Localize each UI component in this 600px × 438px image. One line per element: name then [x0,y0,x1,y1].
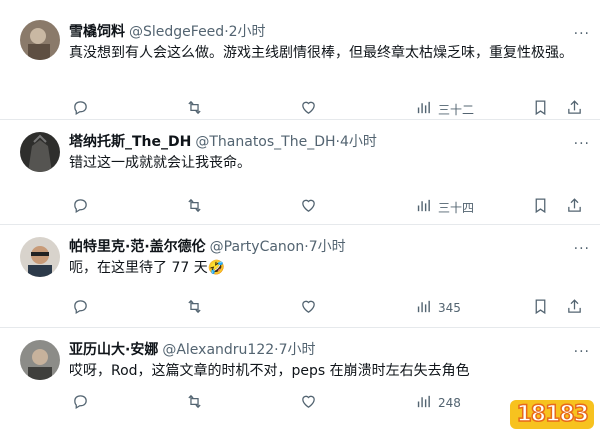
reply-button[interactable] [72,298,89,318]
views-button[interactable]: 三十二 [415,99,474,119]
repost-button[interactable] [186,298,203,318]
user-handle[interactable]: @SledgeFeed [129,22,224,42]
like-button[interactable] [300,298,317,318]
watermark-text: 18183 [510,400,594,429]
user-handle[interactable]: @PartyCanon [210,237,305,257]
post-actions: 三十二 [60,99,600,119]
repost-icon [186,298,203,318]
post-header: 塔纳托斯_The_DH @Thanatos_The_DH · 4小时 [69,132,590,152]
like-button[interactable] [300,99,317,119]
repost-button[interactable] [186,197,203,217]
avatar[interactable] [20,237,60,277]
site-watermark-logo: 18183 [510,400,594,429]
views-count: 三十二 [438,102,475,117]
more-options-icon[interactable]: ··· [574,344,590,360]
display-name[interactable]: 塔纳托斯_The_DH [69,132,191,152]
share-icon [566,298,583,318]
repost-icon [186,393,203,413]
share-icon [566,197,583,217]
reply-icon [72,99,89,119]
repost-icon [186,99,203,119]
views-button[interactable]: 345 [415,298,461,318]
display-name[interactable]: 亚历山大·安娜 [69,340,158,360]
avatar[interactable] [20,340,60,380]
user-handle[interactable]: @Alexandru122 [162,340,274,360]
display-name[interactable]: 帕特里克·范·盖尔德伦 [69,237,206,257]
like-icon [300,298,317,318]
views-icon [415,197,432,217]
bookmark-icon [532,298,549,318]
views-icon [415,393,432,413]
reply-icon [72,393,89,413]
reply-icon [72,298,89,318]
reply-button[interactable] [72,393,89,413]
like-button[interactable] [300,393,317,413]
repost-button[interactable] [186,99,203,119]
bookmark-icon [532,197,549,217]
post-1[interactable]: 雪橇饲料 @SledgeFeed · 2小时 真没想到有人会这么做。游戏主线剧情… [0,0,600,120]
views-button[interactable]: 三十四 [415,197,474,217]
views-count: 248 [438,396,461,410]
like-icon [300,197,317,217]
post-3[interactable]: 帕特里克·范·盖尔德伦 @PartyCanon · 7小时 呃，在这里待了 77… [0,225,600,328]
post-header: 帕特里克·范·盖尔德伦 @PartyCanon · 7小时 [69,237,590,257]
views-count: 345 [438,301,461,315]
like-icon [300,99,317,119]
views-icon [415,298,432,318]
reply-icon [72,197,89,217]
more-options-icon[interactable]: ··· [574,26,590,42]
views-count: 三十四 [438,200,475,215]
repost-icon [186,197,203,217]
user-handle[interactable]: @Thanatos_The_DH [195,132,335,152]
like-icon [300,393,317,413]
share-button[interactable] [566,99,583,119]
more-options-icon[interactable]: ··· [574,241,590,257]
post-actions: 345 [60,298,600,318]
repost-button[interactable] [186,393,203,413]
post-actions: 三十四 [60,197,600,217]
timestamp[interactable]: 4小时 [340,132,377,152]
reply-button[interactable] [72,99,89,119]
share-button[interactable] [566,298,583,318]
post-text: 哎呀，Rod，这篇文章的时机不对，peps 在崩溃时左右失去角色 [69,363,470,379]
bookmark-button[interactable] [532,197,549,217]
post-2[interactable]: 塔纳托斯_The_DH @Thanatos_The_DH · 4小时 错过这一成… [0,120,600,225]
views-icon [415,99,432,119]
post-text: 呃，在这里待了 77 天🤣 [69,260,226,276]
views-button[interactable]: 248 [415,393,461,413]
post-text: 错过这一成就就会让我丧命。 [69,155,251,171]
like-button[interactable] [300,197,317,217]
bookmark-button[interactable] [532,298,549,318]
post-text: 真没想到有人会这么做。游戏主线剧情很棒，但最终章太枯燥乏味，重复性极强。 [69,45,573,61]
avatar[interactable] [20,20,60,60]
reply-button[interactable] [72,197,89,217]
timestamp[interactable]: 7小时 [309,237,346,257]
timestamp[interactable]: 7小时 [279,340,316,360]
bookmark-icon [532,99,549,119]
avatar[interactable] [20,132,60,172]
display-name[interactable]: 雪橇饲料 [69,22,125,42]
share-icon [566,99,583,119]
post-header: 亚历山大·安娜 @Alexandru122 · 7小时 [69,340,590,360]
bookmark-button[interactable] [532,99,549,119]
timestamp[interactable]: 2小时 [229,22,266,42]
post-header: 雪橇饲料 @SledgeFeed · 2小时 [69,22,590,42]
share-button[interactable] [566,197,583,217]
more-options-icon[interactable]: ··· [574,136,590,152]
